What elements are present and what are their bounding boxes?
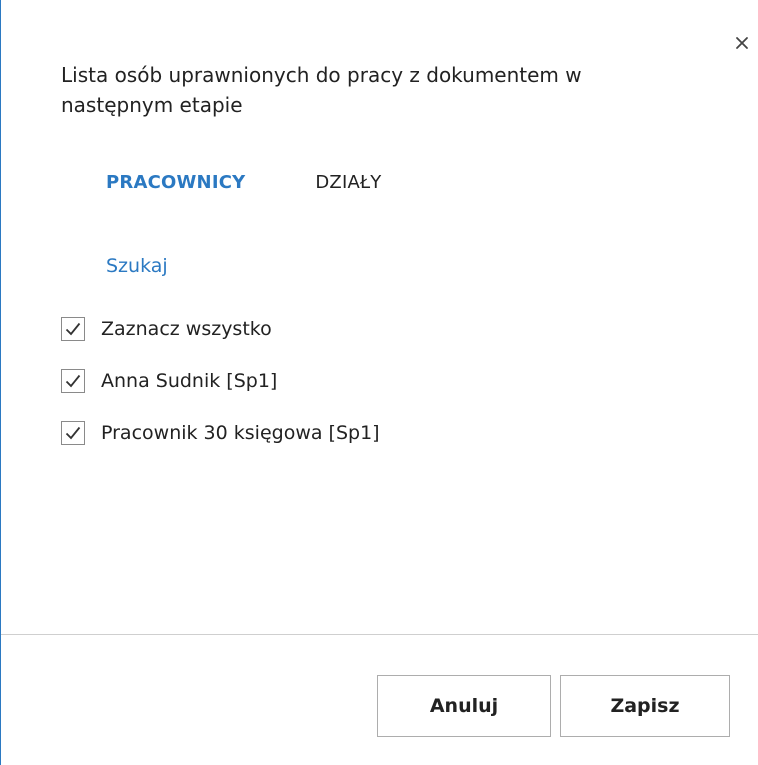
checklist-item-label: Zaznacz wszystko [101, 318, 272, 340]
cancel-button[interactable]: Anuluj [377, 675, 551, 737]
footer-divider [1, 634, 758, 635]
checkmark-icon [65, 426, 81, 440]
close-button[interactable] [731, 32, 753, 54]
search-link[interactable]: Szukaj [106, 252, 168, 280]
checklist-item-anna-sudnik[interactable]: Anna Sudnik [Sp1] [61, 364, 380, 398]
close-icon [736, 37, 748, 49]
employee-checkbox[interactable] [61, 369, 85, 393]
dialog-title: Lista osób uprawnionych do pracy z dokum… [61, 63, 582, 117]
save-button[interactable]: Zapisz [560, 675, 730, 737]
checklist-item-label: Anna Sudnik [Sp1] [101, 370, 278, 392]
select-all-checkbox[interactable] [61, 317, 85, 341]
checkmark-icon [65, 374, 81, 388]
tab-dzialy[interactable]: DZIAŁY [315, 168, 381, 198]
permissions-dialog: Lista osób uprawnionych do pracy z dokum… [0, 0, 758, 765]
tab-pracownicy[interactable]: PRACOWNICY [106, 168, 245, 198]
tab-bar: PRACOWNICY DZIAŁY [106, 168, 451, 198]
checklist-item-select-all[interactable]: Zaznacz wszystko [61, 312, 380, 346]
checkmark-icon [65, 322, 81, 336]
checklist-item-label: Pracownik 30 księgowa [Sp1] [101, 422, 380, 444]
employee-checklist: Zaznacz wszystko Anna Sudnik [Sp1] Praco… [61, 312, 380, 468]
checklist-item-pracownik-30[interactable]: Pracownik 30 księgowa [Sp1] [61, 416, 380, 450]
employee-checkbox[interactable] [61, 421, 85, 445]
